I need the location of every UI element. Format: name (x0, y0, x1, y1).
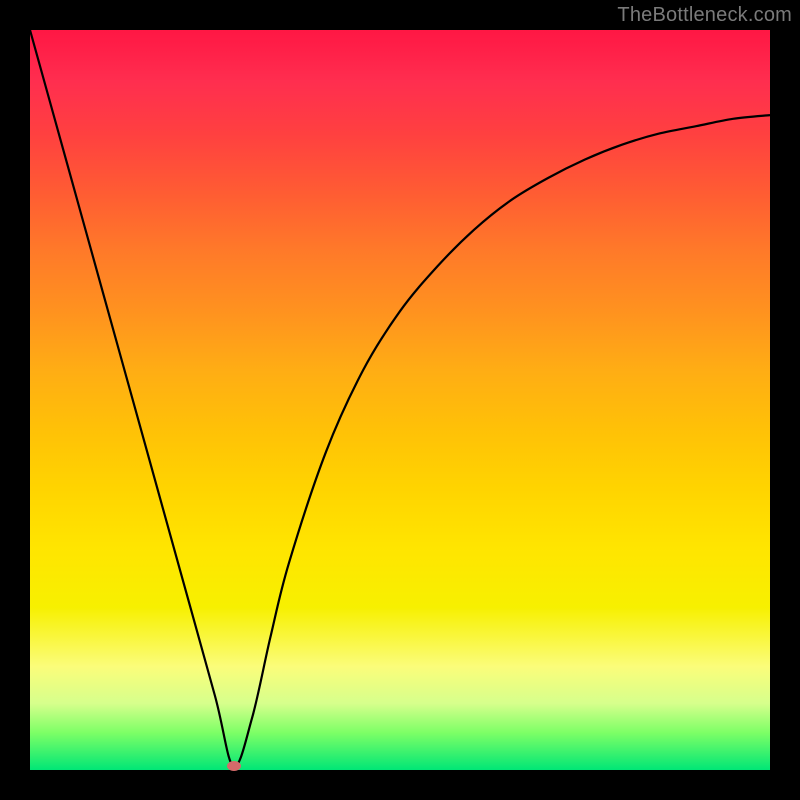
bottleneck-curve (30, 30, 770, 770)
optimal-marker (227, 761, 241, 771)
attribution-label: TheBottleneck.com (617, 4, 792, 27)
curve-path (30, 30, 770, 767)
chart-frame: TheBottleneck.com (0, 0, 800, 800)
